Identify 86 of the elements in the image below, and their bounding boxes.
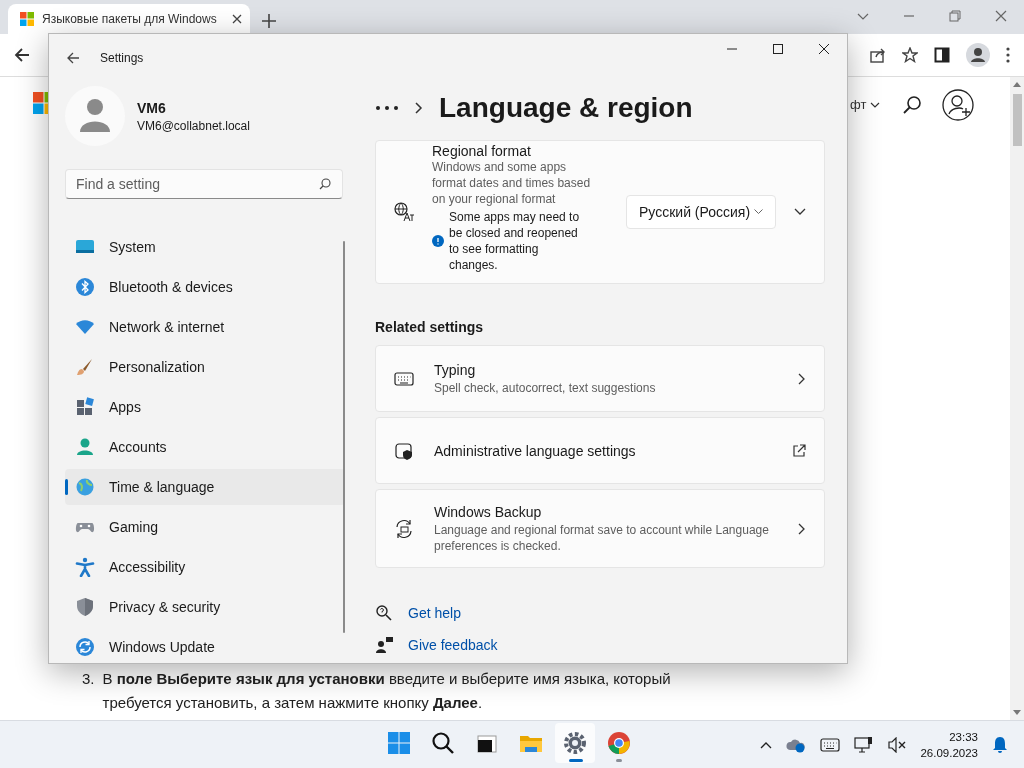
sidebar-icon[interactable] [934,47,950,63]
person-icon [75,437,95,457]
user-name: VM6 [137,99,167,116]
settings-card[interactable]: Windows Backup Language and regional format save to account while Language preferences is checked. [375,489,825,568]
chevron-up-icon[interactable] [760,740,773,749]
chevron-right-icon [415,102,423,114]
share-icon[interactable] [870,47,886,63]
close-icon[interactable] [819,44,829,54]
page-heading: Language & region [439,92,693,124]
external-link-icon [792,443,806,458]
search-icon[interactable] [902,95,922,115]
card-description: Spell check, autocorrect, text suggestions [434,379,657,396]
nav-item[interactable]: Accounts [65,429,345,465]
instruction-text: В поле Выберите язык для установки введите и выберите имя языка, который требуется установить, а затем нажмите кнопку Далее. [102,669,672,713]
apps-grid-icon [75,397,95,417]
section-heading: Related settings [375,319,485,335]
chevron-down-icon[interactable] [794,208,806,216]
scroll-thumb[interactable] [1013,94,1022,146]
scroll-down-icon[interactable] [1013,710,1021,716]
nav-item[interactable]: Personalization [65,349,345,385]
card-title: Windows Backup [434,503,543,520]
card-title: Regional format [432,143,532,159]
settings-card[interactable]: Typing Spell check, autocorrect, text suggestions [375,345,825,412]
search-icon [431,731,455,755]
close-icon[interactable] [232,14,242,24]
info-icon [432,235,444,247]
menu-label[interactable]: фт [850,97,867,112]
card-title: Typing [434,361,477,378]
chevron-down-icon [754,209,763,215]
nav-item[interactable]: Bluetooth & devices [65,269,345,305]
back-arrow-icon[interactable] [66,51,80,65]
start-icon [387,731,411,755]
card-description: Windows and some apps format dates and times based on your regional format [432,159,592,207]
globe-icon [75,477,95,497]
nav-item[interactable]: Apps [65,389,345,425]
restore-icon[interactable] [949,10,961,22]
plus-icon[interactable] [262,14,276,28]
maximize-icon[interactable] [773,44,783,54]
card-title: Administrative language settings [434,442,637,459]
list-number: 3. [82,669,95,689]
search-icon [319,178,331,190]
menu-icon[interactable] [1006,47,1010,63]
more-icon[interactable] [375,105,399,111]
windows-logo-icon [20,12,34,26]
language-icon [394,202,414,222]
nav-item[interactable]: Network & internet [65,309,345,345]
back-arrow-icon[interactable] [14,47,30,63]
muted-speaker-icon[interactable] [888,736,907,753]
help-icon [375,604,393,622]
chevron-right-icon [798,522,806,535]
settings-card[interactable]: Administrative language settings [375,417,825,484]
star-icon[interactable] [902,47,918,63]
chevron-right-icon [798,372,806,385]
nav-item[interactable]: Privacy & security [65,589,345,625]
network-icon[interactable] [854,735,875,754]
nav-item[interactable]: Gaming [65,509,345,545]
search-field[interactable]: Find a setting [65,169,343,199]
nav-item[interactable]: Accessibility [65,549,345,585]
gear-icon [563,731,587,755]
browser-tab[interactable]: Языковые пакеты для Windows [8,4,250,34]
help-link[interactable]: Give feedback [408,637,498,653]
format-dropdown[interactable]: Русский (Россия) [626,195,776,229]
keyboard-icon[interactable] [820,737,841,752]
profile-icon[interactable] [966,43,990,67]
bell-icon[interactable] [992,735,1008,754]
help-link[interactable]: Get help [408,605,461,621]
keyboard-icon [394,370,414,387]
browser-icon [607,731,631,755]
nav-item[interactable]: Time & language [65,469,345,505]
accessibility-icon [75,557,95,577]
scrollbar[interactable] [1010,77,1024,720]
account-icon[interactable] [942,89,974,121]
nav-item[interactable]: System [65,229,345,265]
nav-item[interactable]: Windows Update [65,629,345,663]
clock[interactable]: 23:33 26.09.2023 [920,728,978,761]
scroll-up-icon[interactable] [1013,81,1021,87]
sync-monitor-icon [394,518,414,539]
card-description: Language and regional format save to account while Language preferences is checked. [434,521,770,554]
shield-icon [75,597,95,617]
user-email: VM6@collabnet.local [137,118,250,133]
bluetooth-icon [75,277,95,297]
info-note: Some apps may need to be closed and reopened to see formatting changes. [449,209,581,273]
refresh-icon [75,637,95,657]
feedback-icon [375,636,393,654]
window-title: Settings [100,51,144,65]
shield-window-icon [394,440,414,461]
